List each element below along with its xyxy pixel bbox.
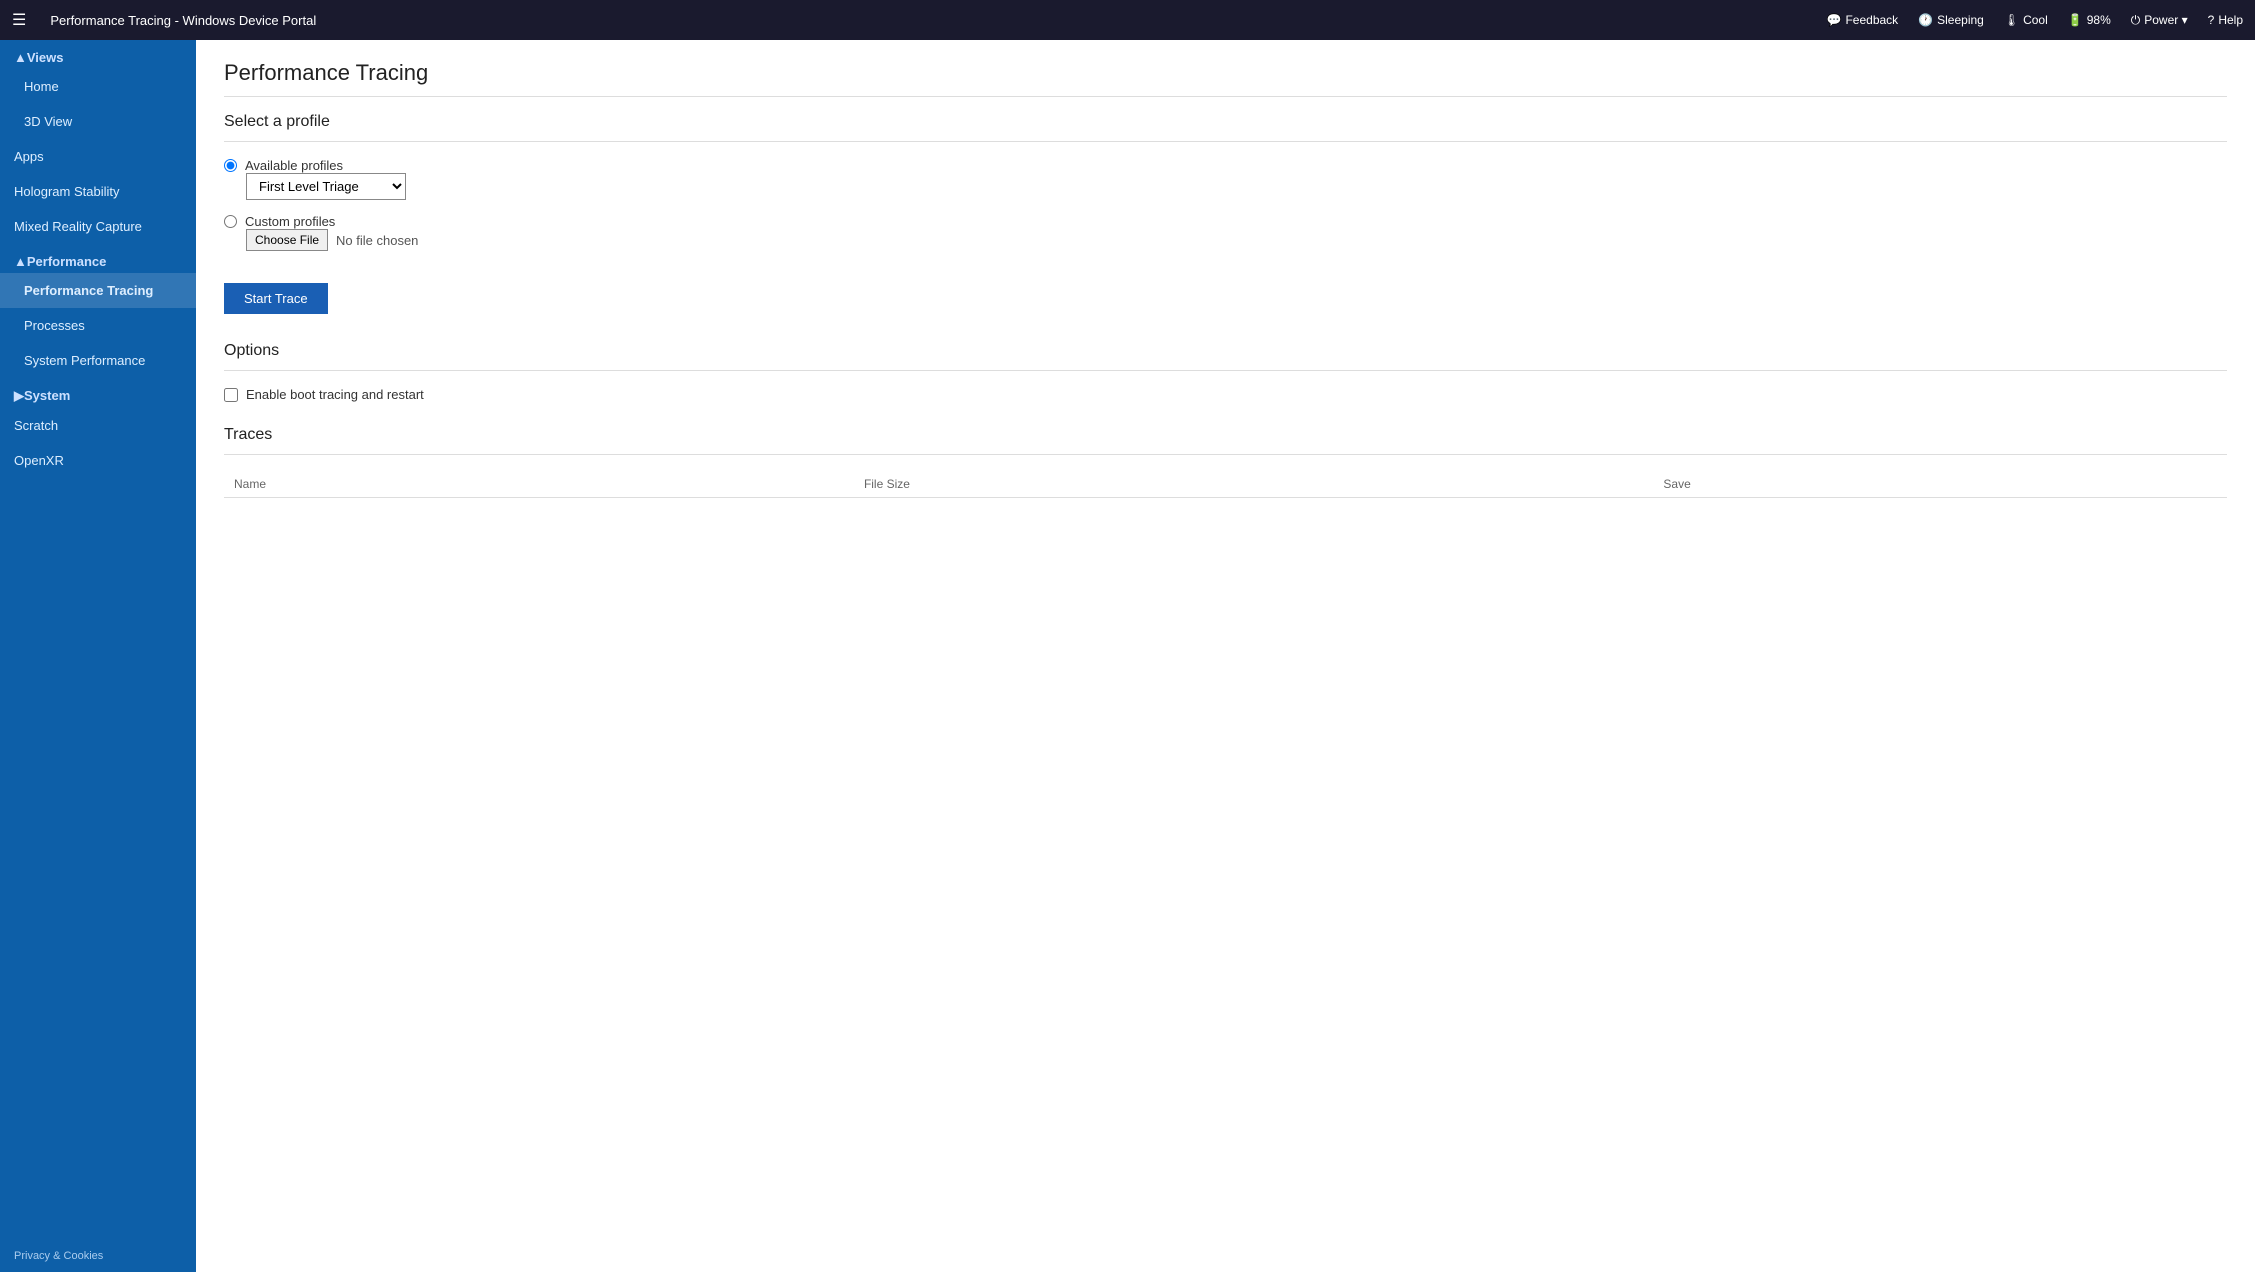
app-title: Performance Tracing - Windows Device Por… [50, 13, 1810, 28]
custom-profiles-label[interactable]: Custom profiles [245, 214, 335, 229]
power-icon: ⏻ [2131, 13, 2141, 28]
sidebar-item-openxr[interactable]: OpenXR [0, 443, 196, 478]
help-action[interactable]: ? Help [2208, 13, 2243, 27]
sidebar-item-mixed-reality-capture[interactable]: Mixed Reality Capture [0, 209, 196, 244]
custom-profiles-row: Custom profiles Choose File No file chos… [224, 214, 2227, 251]
views-section-label: ▲Views [0, 40, 196, 69]
sidebar-item-performance-tracing[interactable]: Performance Tracing [0, 273, 196, 308]
traces-table-head: Name File Size Save [224, 471, 2227, 498]
battery-icon: 🔋 [2068, 13, 2083, 27]
traces-divider [224, 454, 2227, 455]
topbar-actions: 💬 Feedback 🕐 Sleeping 🌡 Cool 🔋 98% ⏻ Pow… [1827, 13, 2243, 28]
sidebar-item-hologram-stability[interactable]: Hologram Stability [0, 174, 196, 209]
traces-col-save: Save [1653, 471, 2227, 498]
battery-label: 98% [2087, 13, 2111, 27]
privacy-cookies-link[interactable]: Privacy & Cookies [0, 1240, 196, 1272]
sidebar-item-system-performance[interactable]: System Performance [0, 343, 196, 378]
traces-section-title: Traces [224, 426, 2227, 444]
topbar: ☰ Performance Tracing - Windows Device P… [0, 0, 2255, 40]
sidebar: ◀ ▲Views Home 3D View Apps Hologram Stab… [0, 40, 196, 1272]
choose-file-button[interactable]: Choose File [246, 229, 328, 251]
cool-label: Cool [2023, 13, 2048, 27]
traces-col-name: Name [224, 471, 854, 498]
profile-radio-group: Available profiles First Level Triage Cu… [224, 158, 2227, 251]
select-profile-divider [224, 141, 2227, 142]
profile-dropdown-row: First Level Triage Custom Browser Networ… [246, 173, 2227, 200]
content-area: Performance Tracing Select a profile Ava… [196, 40, 2255, 1272]
traces-table: Name File Size Save [224, 471, 2227, 498]
no-file-chosen-text: No file chosen [336, 233, 418, 248]
file-chooser-row: Choose File No file chosen [246, 229, 2227, 251]
available-profiles-radio[interactable] [224, 159, 237, 172]
system-section-label: ▶System [0, 378, 196, 408]
traces-col-filesize: File Size [854, 471, 1653, 498]
boot-tracing-row: Enable boot tracing and restart [224, 387, 2227, 402]
traces-header-row: Name File Size Save [224, 471, 2227, 498]
available-profiles-label[interactable]: Available profiles [245, 158, 343, 173]
custom-profiles-radio-row: Custom profiles [224, 214, 2227, 229]
power-action[interactable]: ⏻ Power ▾ [2131, 13, 2188, 28]
profile-select[interactable]: First Level Triage Custom Browser Networ… [246, 173, 406, 200]
options-divider [224, 370, 2227, 371]
cool-action[interactable]: 🌡 Cool [2004, 13, 2048, 27]
menu-icon[interactable]: ☰ [12, 10, 26, 30]
page-title: Performance Tracing [224, 60, 2227, 86]
title-divider [224, 96, 2227, 97]
help-label: Help [2218, 13, 2243, 27]
feedback-action[interactable]: 💬 Feedback [1827, 13, 1899, 27]
performance-section-label: ▲Performance [0, 244, 196, 273]
cool-icon: 🌡 [2004, 13, 2019, 27]
sleeping-action[interactable]: 🕐 Sleeping [1918, 13, 1984, 27]
sidebar-item-home[interactable]: Home [0, 69, 196, 104]
sidebar-item-processes[interactable]: Processes [0, 308, 196, 343]
available-profiles-radio-row: Available profiles [224, 158, 2227, 173]
sidebar-item-3d-view[interactable]: 3D View [0, 104, 196, 139]
sidebar-item-scratch[interactable]: Scratch [0, 408, 196, 443]
boot-tracing-checkbox[interactable] [224, 388, 238, 402]
boot-tracing-label[interactable]: Enable boot tracing and restart [246, 387, 424, 402]
help-icon: ? [2208, 13, 2215, 27]
main-layout: ◀ ▲Views Home 3D View Apps Hologram Stab… [0, 40, 2255, 1272]
feedback-icon: 💬 [1827, 13, 1842, 27]
power-label: Power ▾ [2144, 13, 2187, 27]
available-profiles-row: Available profiles First Level Triage Cu… [224, 158, 2227, 204]
sleeping-icon: 🕐 [1918, 13, 1933, 27]
battery-action[interactable]: 🔋 98% [2068, 13, 2111, 27]
custom-profiles-radio[interactable] [224, 215, 237, 228]
sleeping-label: Sleeping [1937, 13, 1984, 27]
feedback-label: Feedback [1845, 13, 1898, 27]
start-trace-button[interactable]: Start Trace [224, 283, 328, 314]
sidebar-collapse-button[interactable]: ◀ [194, 52, 196, 80]
options-section-title: Options [224, 342, 2227, 360]
sidebar-item-apps[interactable]: Apps [0, 139, 196, 174]
select-profile-section-title: Select a profile [224, 113, 2227, 131]
